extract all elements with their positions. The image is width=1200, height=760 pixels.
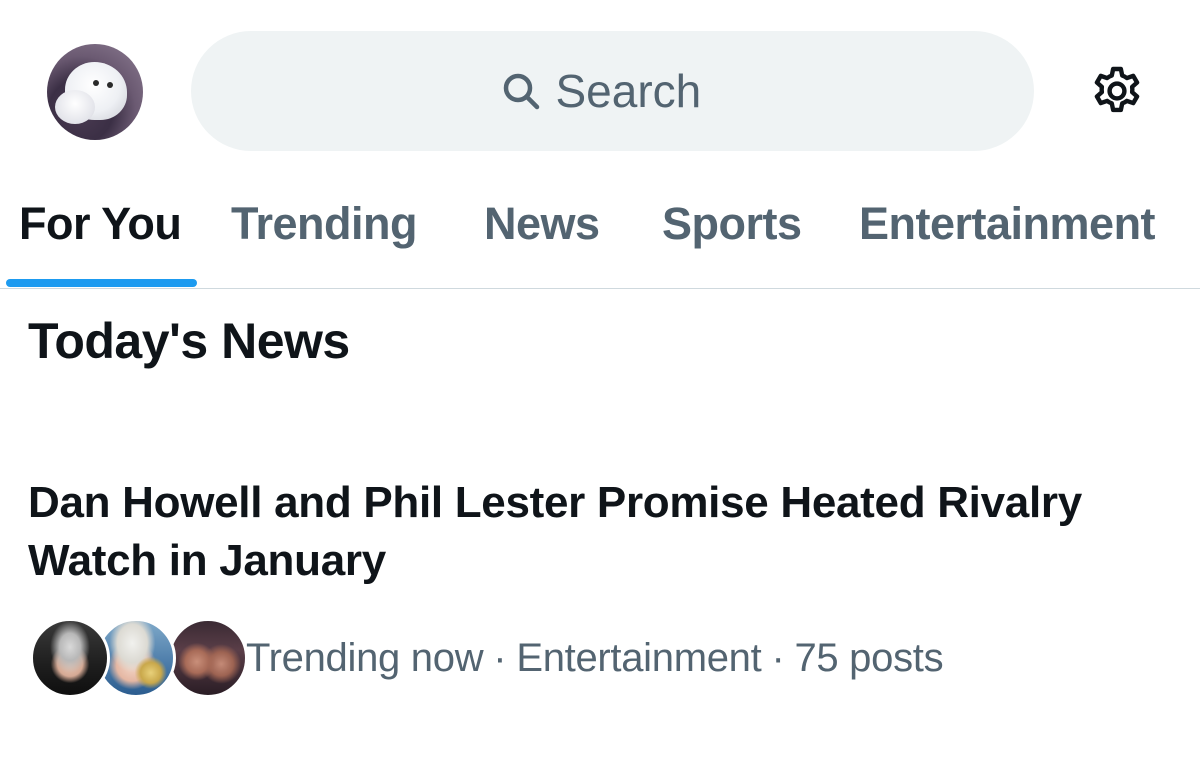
story-meta: Trending now · Entertainment · 75 posts: [246, 636, 944, 681]
avatar-eye: [93, 80, 99, 86]
settings-button[interactable]: [1082, 58, 1152, 128]
tab-entertainment[interactable]: Entertainment: [859, 198, 1156, 250]
gear-icon: [1084, 58, 1150, 129]
search-icon: [500, 70, 542, 112]
trending-status: Trending now: [246, 636, 484, 680]
tab-news[interactable]: News: [484, 198, 600, 250]
post-count: 75 posts: [794, 636, 944, 680]
tab-sports[interactable]: Sports: [662, 198, 802, 250]
story-avatars: [30, 618, 248, 700]
tab-bar: For You Trending News Sports Entertainme…: [0, 180, 1200, 289]
avatar: [30, 618, 110, 698]
story-category: Entertainment: [516, 636, 762, 680]
tab-for-you[interactable]: For You: [19, 198, 182, 250]
avatar-figure-small: [55, 90, 95, 124]
tab-divider: [0, 288, 1200, 289]
search-input[interactable]: [555, 64, 726, 118]
news-headline[interactable]: Dan Howell and Phil Lester Promise Heate…: [28, 474, 1178, 590]
avatar: [168, 618, 248, 698]
tab-trending[interactable]: Trending: [231, 198, 418, 250]
avatar-eye: [107, 82, 113, 88]
search-bar[interactable]: [191, 31, 1034, 151]
active-tab-indicator: [6, 279, 197, 287]
section-title: Today's News: [28, 313, 350, 369]
profile-avatar[interactable]: [47, 44, 143, 140]
meta-separator: ·: [493, 636, 507, 680]
meta-separator: ·: [771, 636, 785, 680]
